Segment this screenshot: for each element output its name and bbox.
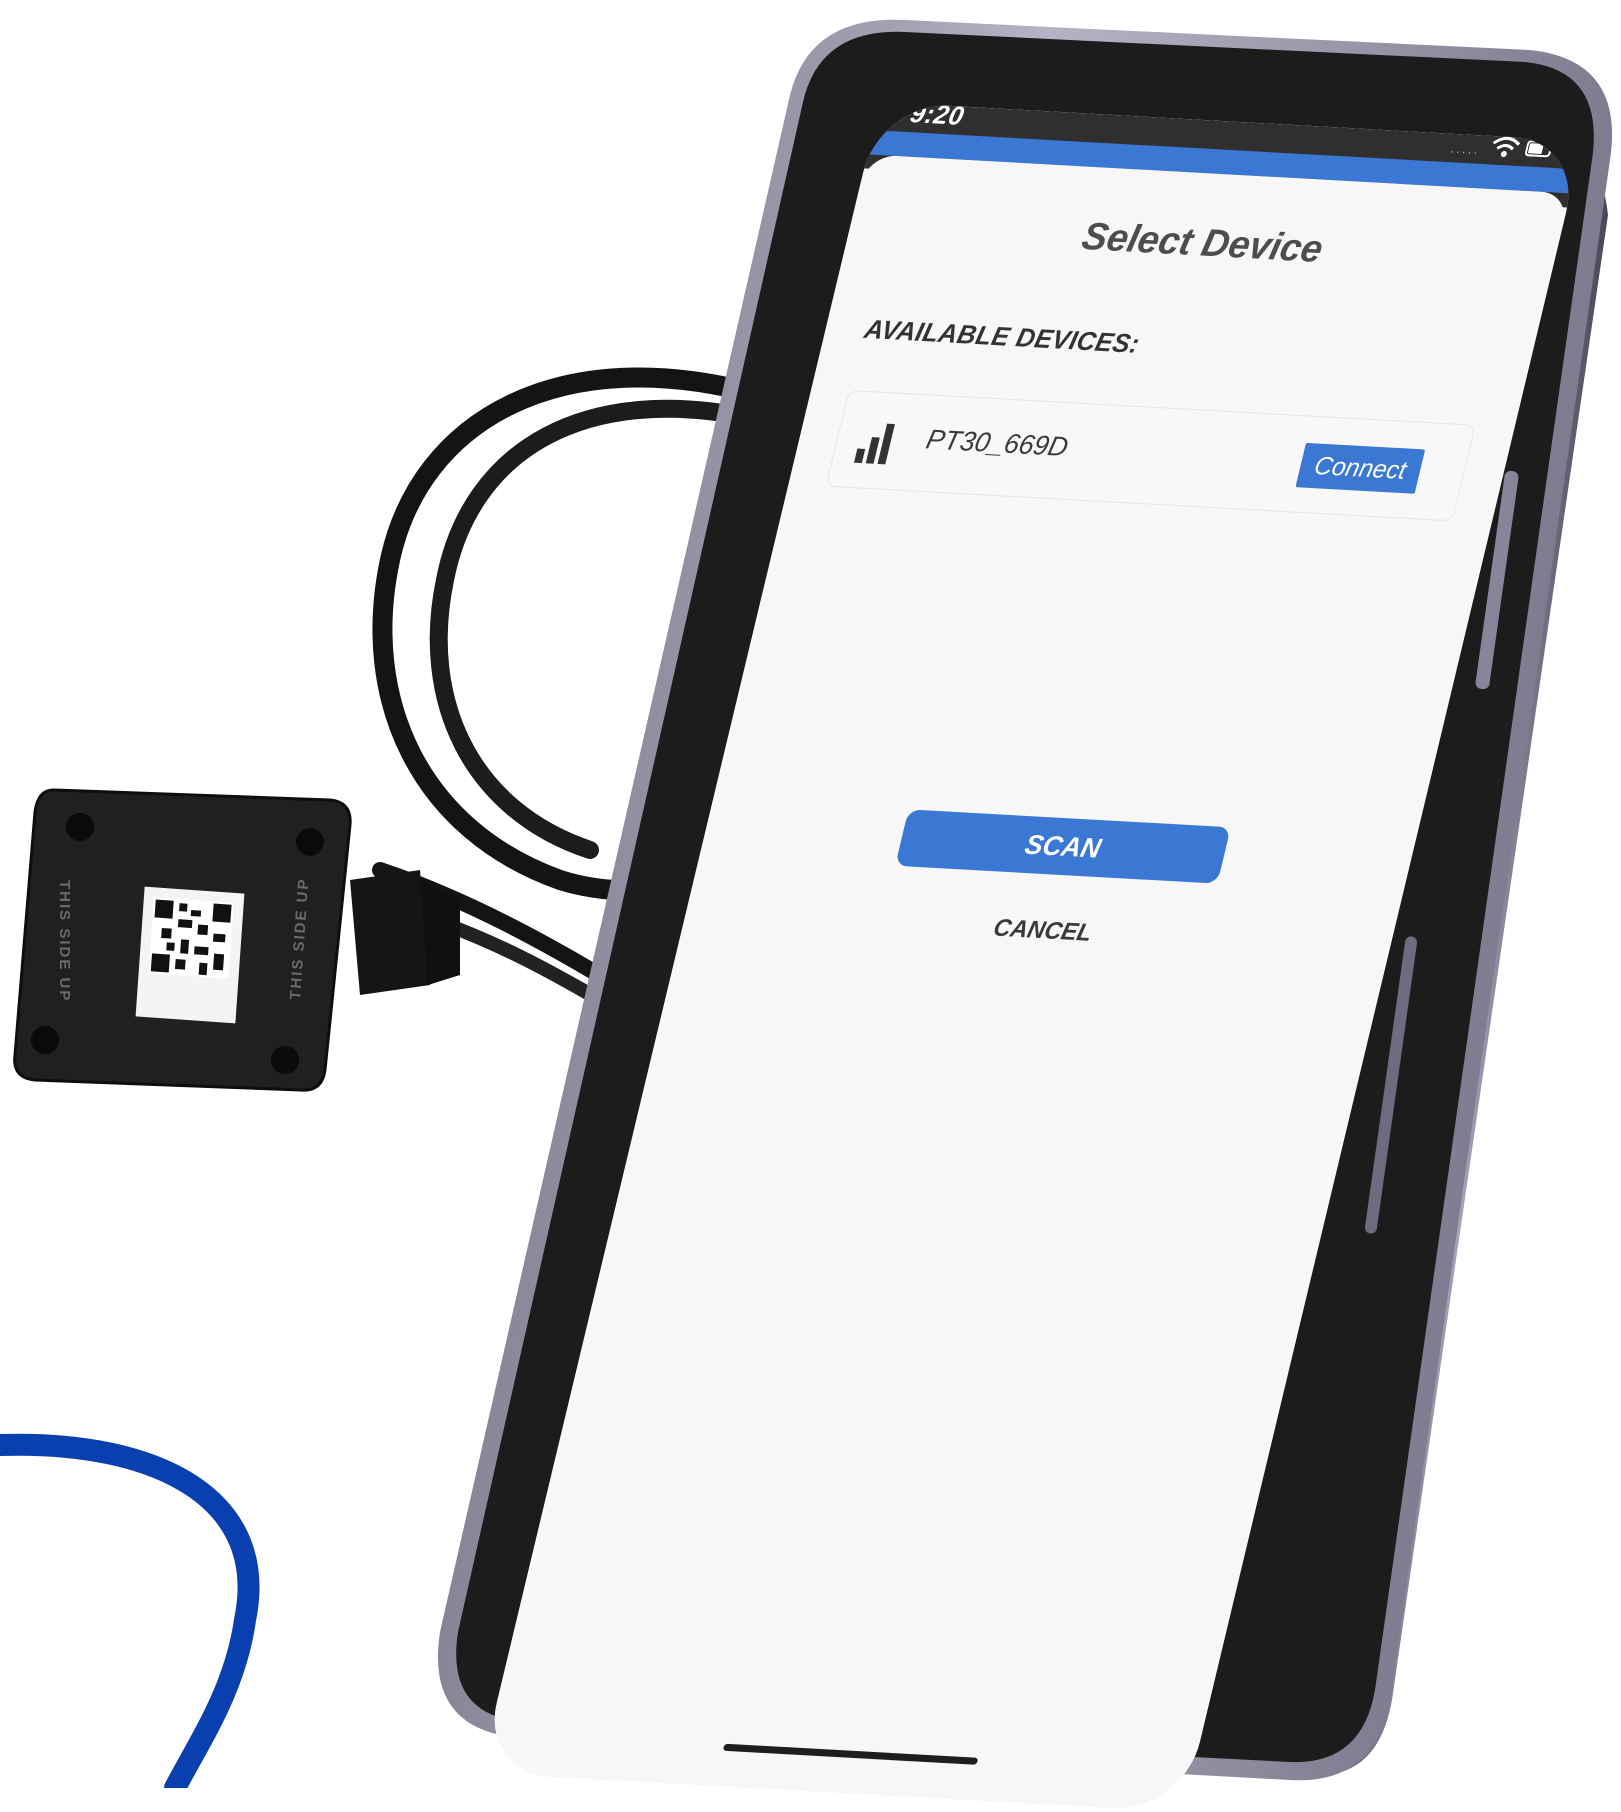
device-list-item[interactable]: PT30_669D Connect [825, 389, 1476, 522]
status-time: 9:20 [907, 102, 968, 131]
available-devices-heading: AVAILABLE DEVICES: [861, 313, 1143, 359]
wifi-icon [1492, 136, 1521, 157]
device-name: PT30_669D [923, 424, 1072, 463]
cellular-dots-icon: ····· [1448, 143, 1482, 160]
scan-button[interactable]: SCAN [895, 809, 1231, 884]
product-scene: THIS SIDE UP THIS SIDE UP 9:20 ····· Sel… [0, 0, 1621, 1812]
battery-icon [1524, 140, 1555, 158]
home-indicator [722, 1743, 979, 1765]
svg-text:THIS SIDE UP: THIS SIDE UP [56, 880, 73, 1002]
signal-strength-icon [854, 423, 895, 465]
decor-curve [0, 1433, 260, 1788]
connect-button[interactable]: Connect [1295, 442, 1426, 494]
cancel-button[interactable]: CANCEL [877, 902, 1209, 960]
qr-label [135, 886, 245, 1024]
sensor-device: THIS SIDE UP THIS SIDE UP [13, 788, 460, 1092]
dialog-title: Select Device [1077, 215, 1328, 272]
